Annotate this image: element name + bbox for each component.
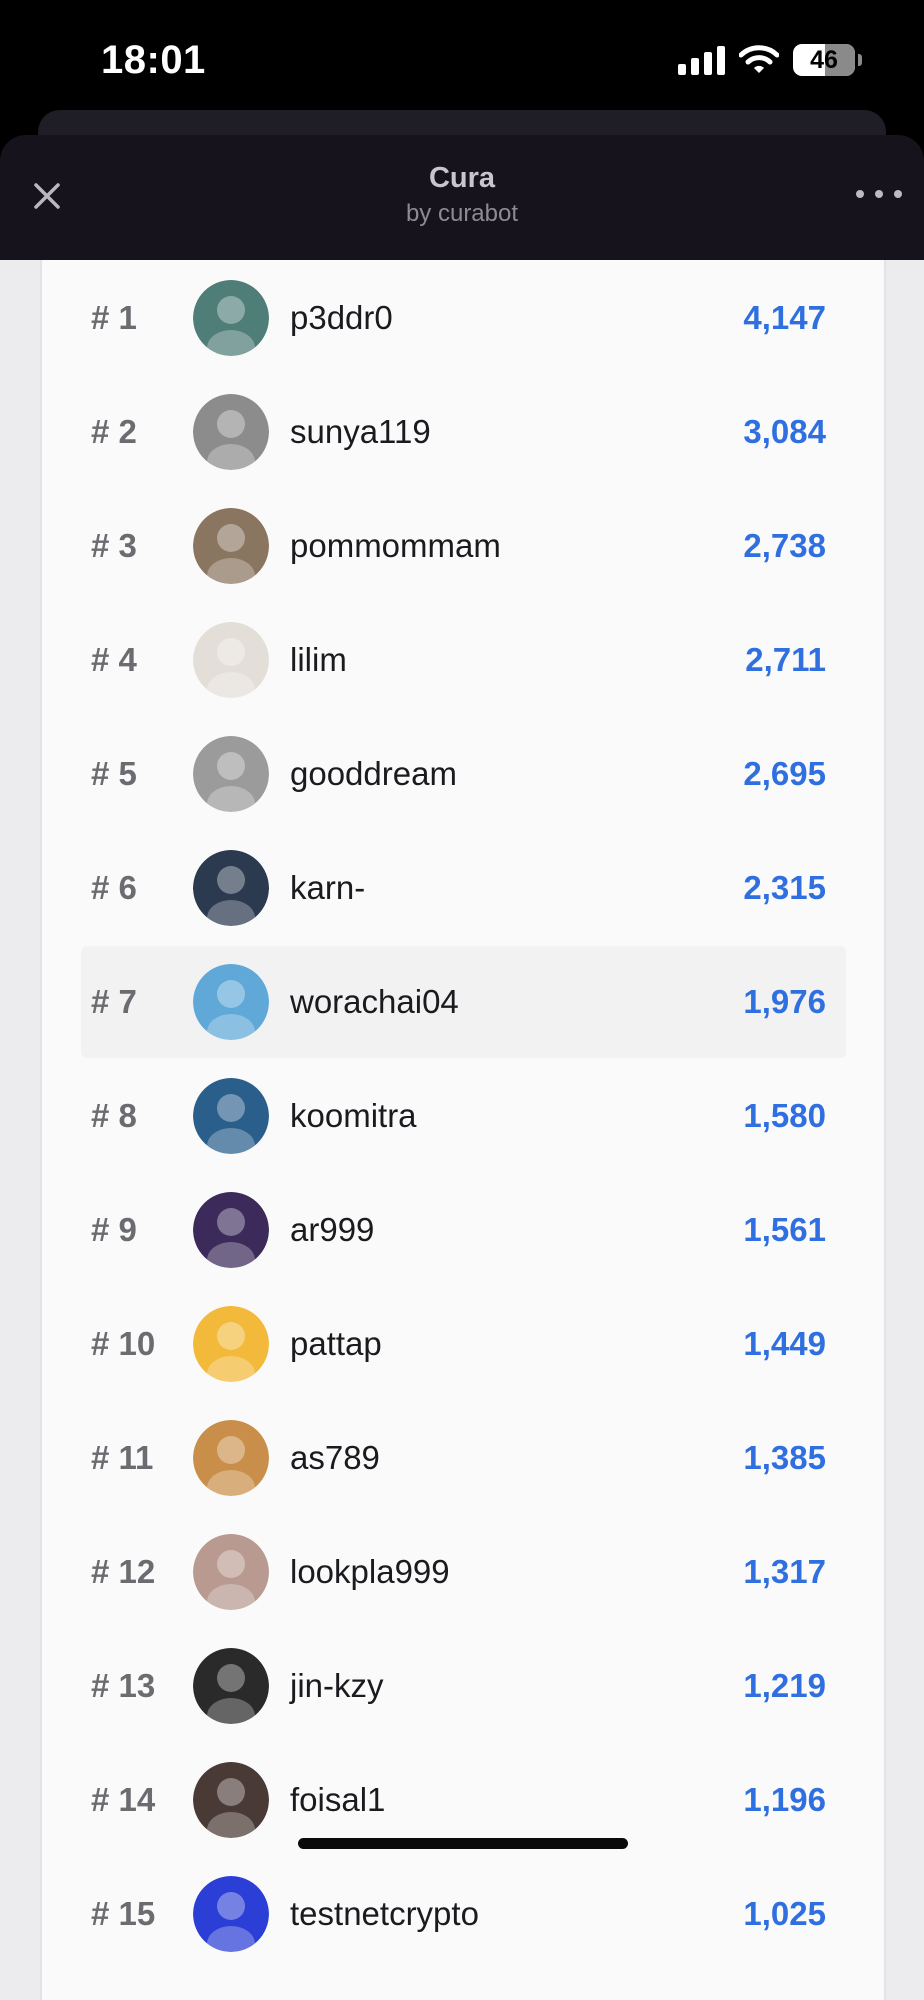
avatar[interactable] xyxy=(193,964,269,1040)
avatar[interactable] xyxy=(193,1648,269,1724)
rank-label: # 9 xyxy=(91,1211,137,1248)
username[interactable]: testnetcrypto xyxy=(290,1858,479,1970)
home-indicator xyxy=(298,1838,628,1849)
rank-label: # 10 xyxy=(91,1325,156,1362)
avatar[interactable] xyxy=(193,1534,269,1610)
rank-label: # 8 xyxy=(91,1097,137,1134)
avatar[interactable] xyxy=(193,622,269,698)
avatar[interactable] xyxy=(193,394,269,470)
leaderboard-row[interactable]: # 6 karn- 2,315 xyxy=(81,832,846,944)
avatar[interactable] xyxy=(193,1420,269,1496)
leaderboard-row[interactable]: # 3 pommommam 2,738 xyxy=(81,490,846,602)
username[interactable]: sunya119 xyxy=(290,376,431,488)
rank-label: # 15 xyxy=(91,1895,156,1932)
rank-label: # 5 xyxy=(91,755,137,792)
avatar[interactable] xyxy=(193,1192,269,1268)
page-subtitle: by curabot xyxy=(405,200,519,227)
rank-label: # 6 xyxy=(91,869,137,906)
cellular-signal-icon xyxy=(678,45,725,75)
status-icons: 46 xyxy=(678,44,862,76)
leaderboard-row[interactable]: # 11 as789 1,385 xyxy=(81,1402,846,1514)
avatar[interactable] xyxy=(193,1078,269,1154)
username[interactable]: karn- xyxy=(290,832,365,944)
rank-label: # 3 xyxy=(91,527,137,564)
score-value: 1,025 xyxy=(743,1895,826,1932)
score-value: 1,580 xyxy=(743,1097,826,1134)
leaderboard-row[interactable]: # 5 gooddream 2,695 xyxy=(81,718,846,830)
leaderboard-row[interactable]: # 13 jin-kzy 1,219 xyxy=(81,1630,846,1742)
score-value: 1,449 xyxy=(743,1325,826,1362)
score-value: 1,561 xyxy=(743,1211,826,1248)
username[interactable]: lilim xyxy=(290,604,347,716)
more-options-icon[interactable] xyxy=(856,179,902,209)
rank-label: # 2 xyxy=(91,413,137,450)
app-header: Cura by curabot xyxy=(0,135,924,260)
avatar[interactable] xyxy=(193,1306,269,1382)
username[interactable]: worachai04 xyxy=(290,946,459,1058)
score-value: 1,976 xyxy=(743,983,826,1020)
leaderboard-row[interactable]: # 4 lilim 2,711 xyxy=(81,604,846,716)
username[interactable]: jin-kzy xyxy=(290,1630,384,1742)
battery-cap xyxy=(858,54,862,66)
leaderboard-row[interactable]: # 7 worachai04 1,976 xyxy=(81,946,846,1058)
score-value: 2,738 xyxy=(743,527,826,564)
score-value: 4,147 xyxy=(743,299,826,336)
leaderboard-row[interactable]: # 12 lookpla999 1,317 xyxy=(81,1516,846,1628)
score-value: 1,317 xyxy=(743,1553,826,1590)
header-title-block: Cura by curabot xyxy=(0,161,924,229)
rank-label: # 4 xyxy=(91,641,137,678)
score-value: 2,695 xyxy=(743,755,826,792)
rank-label: # 13 xyxy=(91,1667,156,1704)
username[interactable]: p3ddr0 xyxy=(290,262,393,374)
leaderboard-row[interactable]: # 8 koomitra 1,580 xyxy=(81,1060,846,1172)
avatar[interactable] xyxy=(193,508,269,584)
leaderboard-card: # 1 p3ddr0 4,147 # 2 sunya119 3,084 # 3 pommomm… xyxy=(40,260,886,2000)
leaderboard-row[interactable]: # 9 ar999 1,561 xyxy=(81,1174,846,1286)
username[interactable]: pattap xyxy=(290,1288,382,1400)
page-title: Cura xyxy=(428,162,496,194)
username[interactable]: pommommam xyxy=(290,490,501,602)
battery-level: 46 xyxy=(810,45,838,74)
avatar[interactable] xyxy=(193,736,269,812)
username[interactable]: lookpla999 xyxy=(290,1516,450,1628)
leaderboard-row[interactable]: # 2 sunya119 3,084 xyxy=(81,376,846,488)
avatar[interactable] xyxy=(193,1762,269,1838)
leaderboard-row[interactable]: # 10 pattap 1,449 xyxy=(81,1288,846,1400)
leaderboard-content: # 1 p3ddr0 4,147 # 2 sunya119 3,084 # 3 pommomm… xyxy=(0,260,924,2000)
wifi-icon xyxy=(739,45,779,73)
rank-label: # 7 xyxy=(91,983,137,1020)
username[interactable]: koomitra xyxy=(290,1060,417,1172)
score-value: 1,219 xyxy=(743,1667,826,1704)
status-time: 18:01 xyxy=(101,38,206,82)
score-value: 2,315 xyxy=(743,869,826,906)
rank-label: # 1 xyxy=(91,299,137,336)
score-value: 1,385 xyxy=(743,1439,826,1476)
leaderboard-row[interactable]: # 15 testnetcrypto 1,025 xyxy=(81,1858,846,1970)
battery-icon: 46 xyxy=(793,44,855,76)
avatar[interactable] xyxy=(193,1876,269,1952)
status-bar: 18:01 46 xyxy=(0,0,924,122)
rank-label: # 14 xyxy=(91,1781,156,1818)
score-value: 2,711 xyxy=(745,641,826,678)
username[interactable]: ar999 xyxy=(290,1174,374,1286)
score-value: 1,196 xyxy=(743,1781,826,1818)
username[interactable]: as789 xyxy=(290,1402,380,1514)
score-value: 3,084 xyxy=(743,413,826,450)
avatar[interactable] xyxy=(193,280,269,356)
avatar[interactable] xyxy=(193,850,269,926)
rank-label: # 11 xyxy=(91,1439,154,1476)
rank-label: # 12 xyxy=(91,1553,156,1590)
leaderboard-row[interactable]: # 1 p3ddr0 4,147 xyxy=(81,262,846,374)
username[interactable]: gooddream xyxy=(290,718,457,830)
